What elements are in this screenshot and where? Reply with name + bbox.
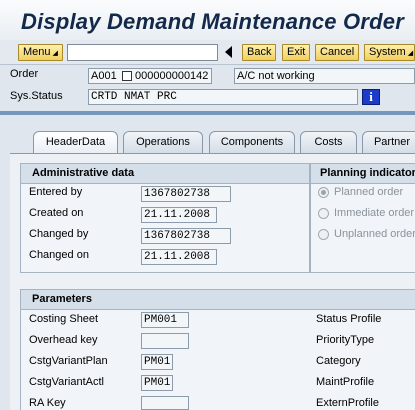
changed-by-label: Changed by — [29, 228, 89, 240]
costing-sheet-label: Costing Sheet — [29, 313, 99, 325]
system-button[interactable]: System ◢ — [364, 44, 415, 61]
unplanned-order-radio[interactable] — [318, 229, 329, 240]
cstg-variant-actl-label: CstgVariantActl — [29, 376, 104, 388]
tab-headerdata[interactable]: HeaderData — [33, 131, 118, 154]
ra-key-label: RA Key — [29, 397, 66, 409]
order-label: Order — [10, 68, 39, 80]
changed-on-label: Changed on — [29, 249, 89, 261]
order-field[interactable]: A001 000000000142 — [88, 68, 212, 84]
tab-costs[interactable]: Costs — [300, 131, 357, 153]
changed-by-field[interactable]: 1367802738 — [141, 228, 231, 244]
cancel-button[interactable]: Cancel — [315, 44, 360, 61]
created-on-label: Created on — [29, 207, 84, 219]
parameters-group-title: Parameters — [21, 290, 415, 310]
overhead-key-label: Overhead key — [29, 334, 98, 346]
planning-group-title: Planning indicator — [311, 164, 415, 184]
order-description-field[interactable]: A/C not working — [234, 68, 415, 84]
immediate-order-radio[interactable] — [318, 208, 329, 219]
tab-partner[interactable]: Partner — [362, 131, 415, 153]
ra-key-field[interactable] — [141, 396, 189, 410]
planned-order-label: Planned order — [334, 186, 404, 198]
back-button[interactable]: Back — [242, 44, 277, 61]
window-title: Display Demand Maintenance Order — [21, 9, 404, 34]
created-on-field[interactable]: 21.11.2008 — [141, 207, 217, 223]
toolbar: Menu ◢ Back Exit Cancel System ◢ — [0, 40, 415, 65]
maint-profile-label: MaintProfile — [316, 376, 375, 388]
entered-by-label: Entered by — [29, 186, 83, 198]
copy-icon — [122, 71, 132, 81]
system-button-label: System — [369, 46, 406, 58]
overhead-key-field[interactable] — [141, 333, 189, 349]
admin-group-title: Administrative data — [21, 164, 309, 184]
divider-strip — [0, 111, 415, 115]
changed-on-field[interactable]: 21.11.2008 — [141, 249, 217, 265]
cstg-variant-actl-field[interactable]: PM01 — [141, 375, 173, 391]
immediate-order-label: Immediate order — [334, 207, 415, 219]
system-dropdown-icon: ◢ — [407, 50, 414, 57]
category-label: Category — [316, 355, 361, 367]
menu-button-label: Menu — [23, 46, 51, 58]
command-field[interactable] — [67, 44, 218, 61]
info-icon[interactable]: i — [362, 89, 380, 105]
status-label: Sys.Status — [10, 90, 63, 102]
entered-by-field[interactable]: 1367802738 — [141, 186, 231, 202]
order-number-text: 000000000142 — [135, 70, 209, 82]
status-profile-label: Status Profile — [316, 313, 382, 325]
cstg-variant-plan-label: CstgVariantPlan — [29, 355, 108, 367]
collapse-triangle-icon[interactable] — [225, 46, 232, 58]
menu-button[interactable]: Menu ◢ — [18, 44, 63, 61]
menu-dropdown-icon: ◢ — [52, 50, 58, 57]
cstg-variant-plan-field[interactable]: PM01 — [141, 354, 173, 370]
exit-button[interactable]: Exit — [282, 44, 311, 61]
extern-profile-label: ExternProfile — [316, 397, 379, 409]
tab-components[interactable]: Components — [209, 131, 295, 153]
order-type-text: A001 — [91, 70, 117, 82]
tab-operations[interactable]: Operations — [123, 131, 203, 153]
title-bar: Display Demand Maintenance Order — [0, 0, 415, 40]
unplanned-order-label: Unplanned order — [334, 228, 415, 240]
costing-sheet-field[interactable]: PM001 — [141, 312, 189, 328]
planned-order-radio[interactable] — [318, 187, 329, 198]
status-field[interactable]: CRTD NMAT PRC — [88, 89, 358, 105]
priority-type-label: PriorityType — [316, 334, 375, 346]
